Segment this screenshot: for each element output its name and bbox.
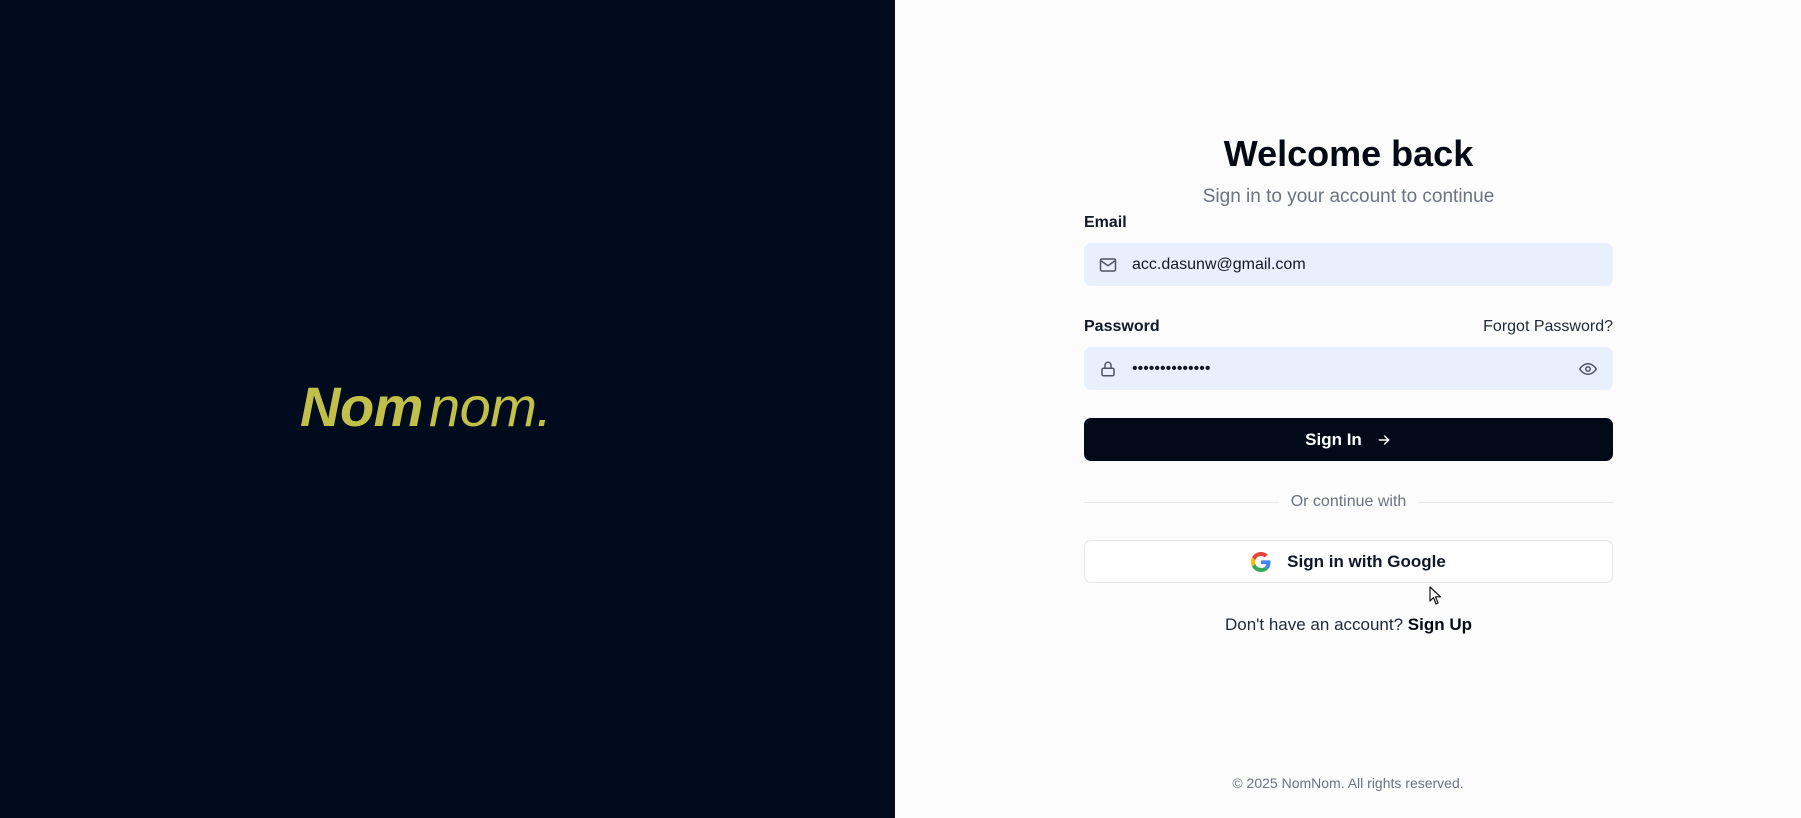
eye-icon[interactable] <box>1577 358 1599 380</box>
divider-text: Or continue with <box>1290 493 1407 510</box>
brand-panel: Nom nom. <box>0 0 895 818</box>
logo-light-text: nom. <box>428 375 552 438</box>
sign-in-button[interactable]: Sign In <box>1084 418 1613 461</box>
login-page: Nom nom. Welcome back Sign in to your acc… <box>0 0 1801 818</box>
sign-up-link[interactable]: Sign Up <box>1408 615 1472 634</box>
divider: Or continue with <box>1084 490 1614 514</box>
email-field[interactable] <box>1084 243 1613 286</box>
page-subtitle: Sign in to your account to continue <box>1202 186 1495 207</box>
mouse-cursor-icon <box>1429 586 1443 611</box>
signup-prompt: Don't have an account? <box>1224 615 1404 634</box>
footer-copyright: © 2025 NomNom. All rights reserved. <box>1232 775 1464 791</box>
arrow-right-icon <box>1376 432 1392 448</box>
divider-line-right <box>1418 501 1614 503</box>
forgot-password-link[interactable]: Forgot Password? <box>1483 317 1613 337</box>
password-field[interactable] <box>1084 347 1613 390</box>
google-sign-in-button[interactable]: Sign in with Google <box>1084 540 1613 583</box>
logo-bold-text: Nom <box>300 375 423 438</box>
email-input[interactable] <box>1132 255 1613 274</box>
lock-icon <box>1098 359 1118 379</box>
page-title: Welcome back <box>1223 133 1474 174</box>
signup-row: Don't have an account? Sign Up <box>1084 614 1613 636</box>
email-label: Email <box>1084 214 1127 231</box>
password-input[interactable] <box>1132 359 1577 378</box>
nomnom-logo: Nom nom. <box>300 375 552 439</box>
google-sign-in-label: Sign in with Google <box>1287 551 1446 571</box>
google-icon <box>1251 551 1271 572</box>
form-panel: Welcome back Sign in to your account to … <box>895 0 1801 818</box>
sign-in-label: Sign In <box>1305 429 1362 449</box>
password-label: Password <box>1084 318 1160 335</box>
divider-line-left <box>1084 501 1279 503</box>
mail-icon <box>1098 255 1118 275</box>
